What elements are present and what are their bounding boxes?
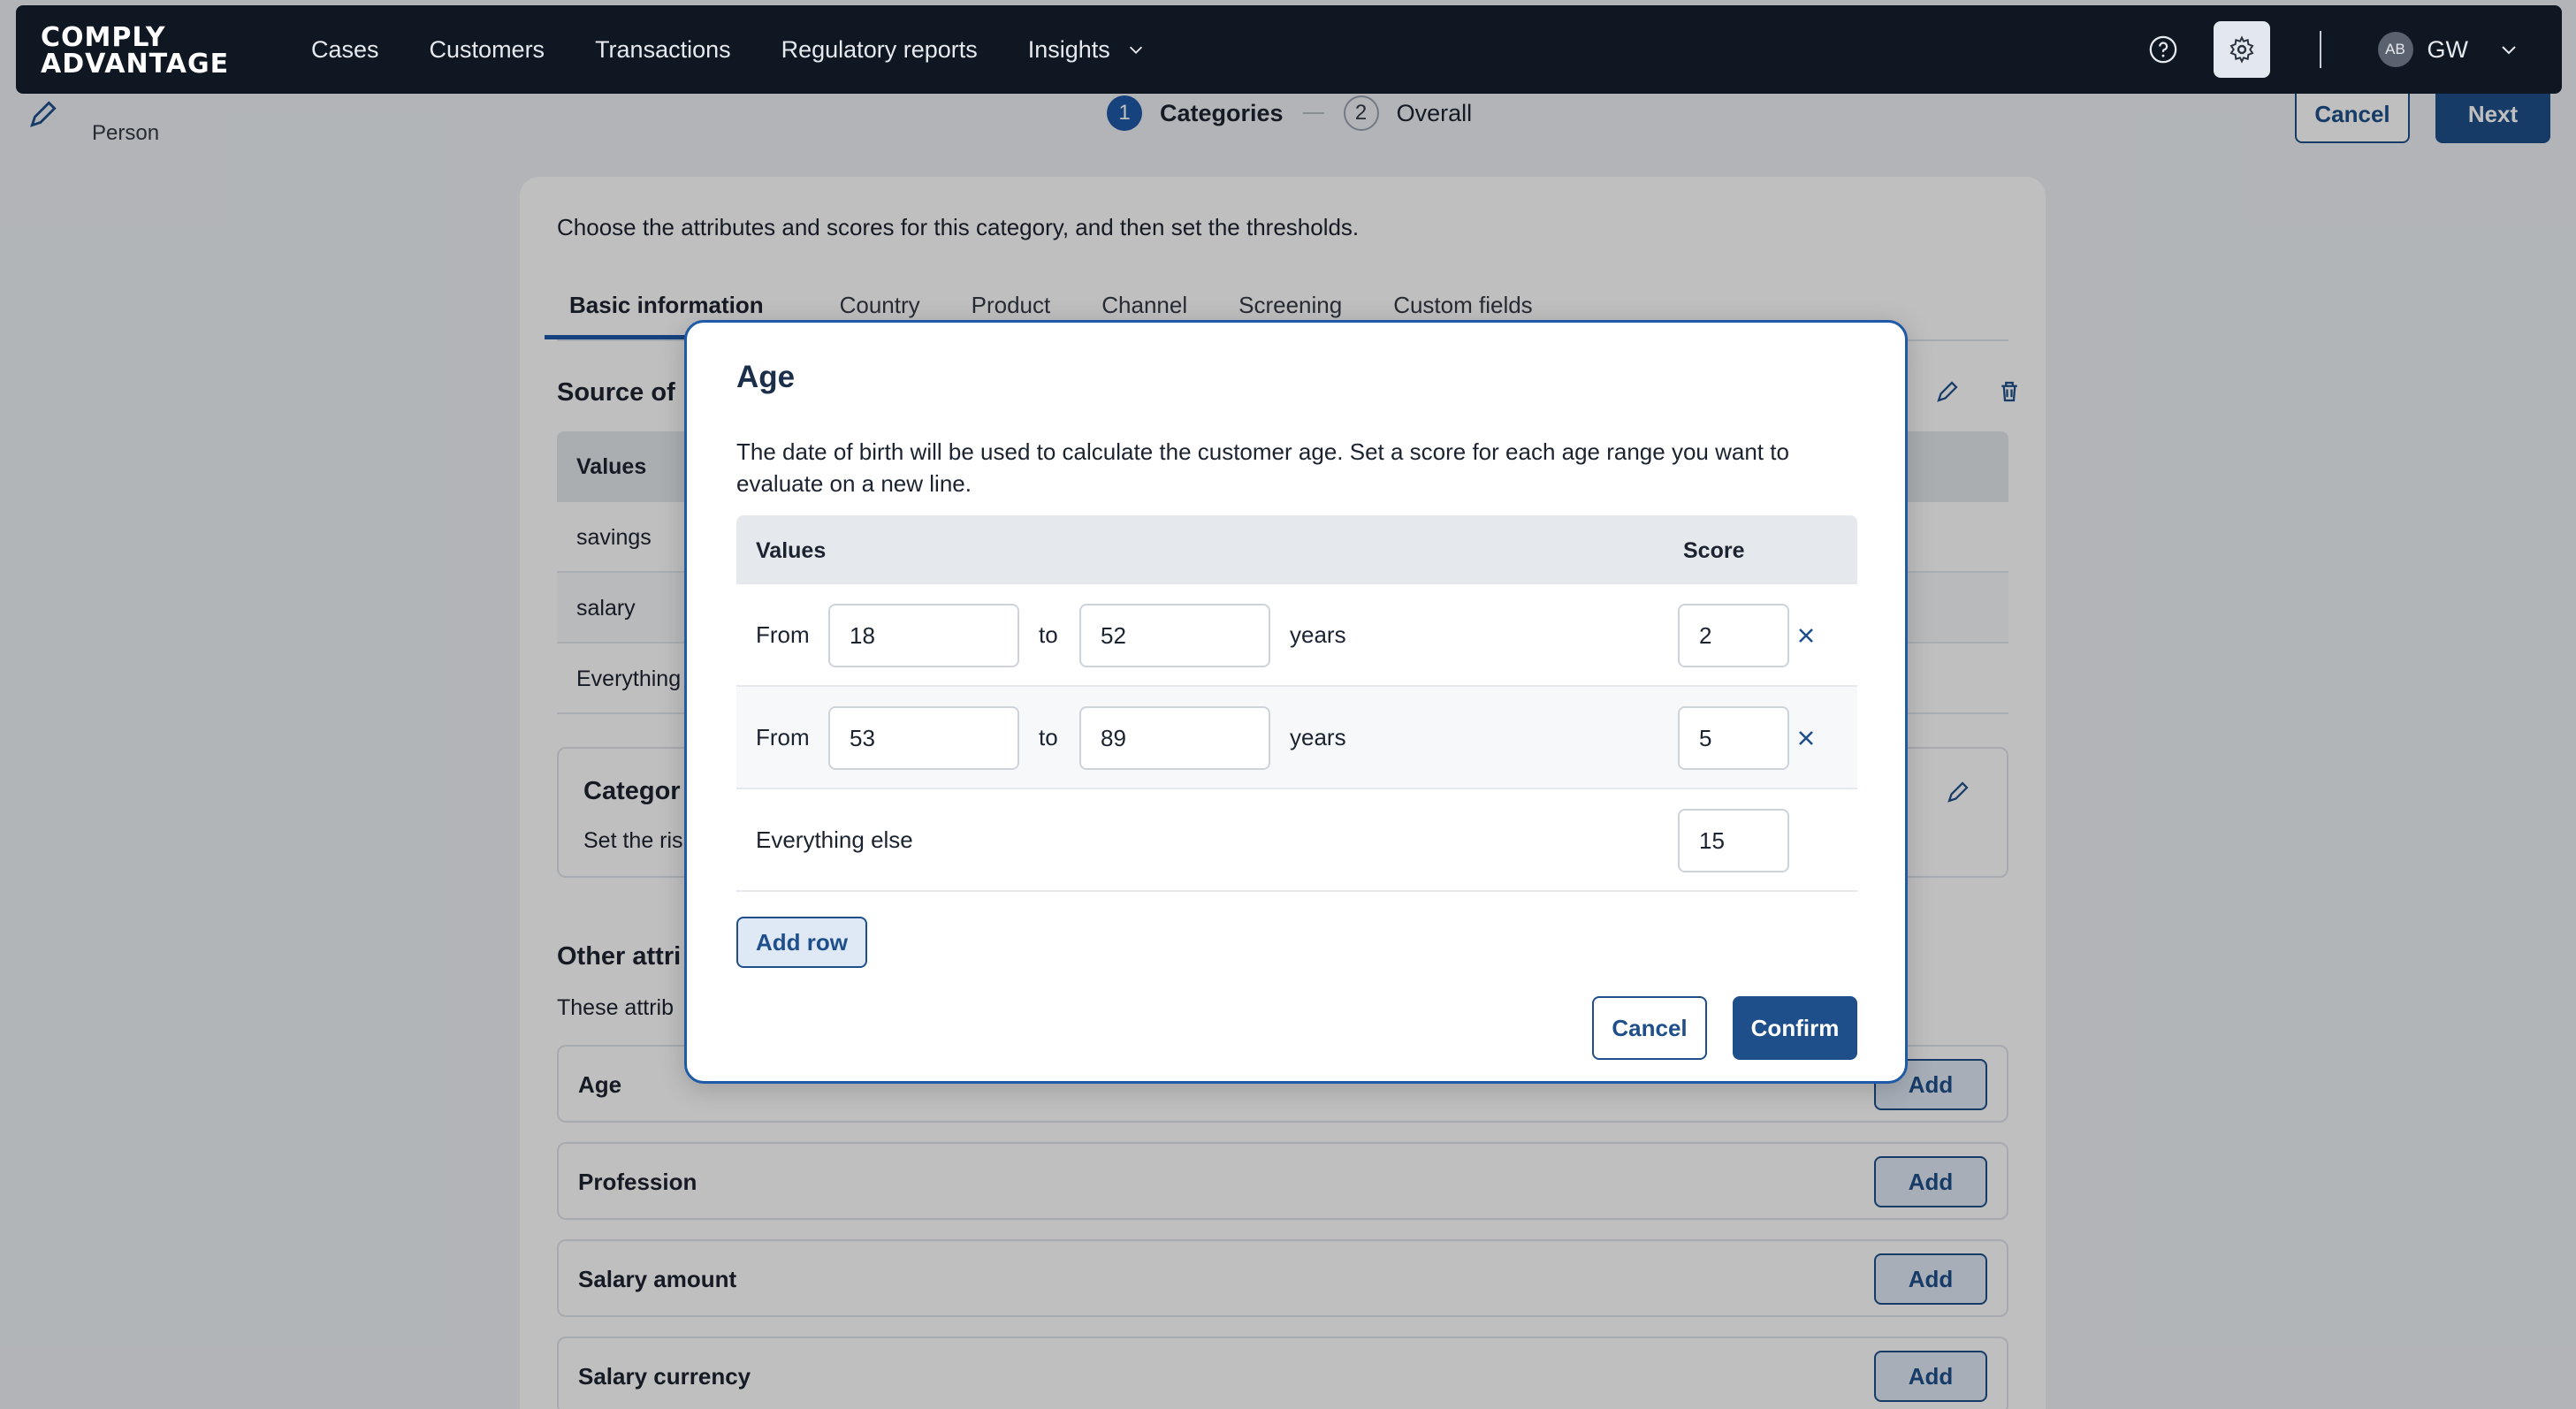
logo-line-1: COMPLY xyxy=(41,22,166,53)
everything-else-label: Everything else xyxy=(756,826,913,853)
add-row-button[interactable]: Add row xyxy=(736,917,867,968)
confirm-button[interactable]: Confirm xyxy=(1733,996,1857,1060)
nav-link-insights-label: Insights xyxy=(1027,35,1110,63)
help-icon[interactable] xyxy=(2148,34,2178,65)
score-column-header: Score xyxy=(1683,538,1745,563)
table-row: From 53 to 89 years 5 xyxy=(736,687,1857,789)
close-icon[interactable] xyxy=(1794,726,1818,750)
avatar[interactable]: AB xyxy=(2377,32,2413,67)
score-input[interactable]: 5 xyxy=(1678,706,1789,770)
to-input[interactable]: 89 xyxy=(1079,706,1270,770)
nav-link-customers[interactable]: Customers xyxy=(430,36,545,64)
nav-links: Cases Customers Transactions Regulatory … xyxy=(311,5,1196,94)
to-label: to xyxy=(1039,621,1058,648)
cancel-button[interactable]: Cancel xyxy=(1592,996,1707,1060)
nav-link-regulatory-reports[interactable]: Regulatory reports xyxy=(781,36,978,64)
from-input[interactable]: 53 xyxy=(828,706,1019,770)
to-input[interactable]: 52 xyxy=(1079,604,1270,667)
from-label: From xyxy=(756,724,810,750)
comply-advantage-logo[interactable]: COMPLY ADVANTAGE xyxy=(41,25,229,78)
to-label: to xyxy=(1039,724,1058,750)
top-navigation-bar: COMPLY ADVANTAGE Cases Customers Transac… xyxy=(16,5,2562,94)
table-header: Values Score xyxy=(736,515,1857,584)
age-modal: Age The date of birth will be used to ca… xyxy=(684,320,1908,1084)
chevron-down-icon[interactable] xyxy=(2498,39,2519,60)
nav-link-cases[interactable]: Cases xyxy=(311,36,379,64)
close-icon[interactable] xyxy=(1794,623,1818,648)
settings-button[interactable] xyxy=(2213,21,2270,78)
logo-line-2: ADVANTAGE xyxy=(41,49,230,80)
nav-link-transactions[interactable]: Transactions xyxy=(595,36,731,64)
nav-right-controls: AB GW xyxy=(2148,5,2563,94)
chevron-down-icon xyxy=(1129,46,1142,54)
table-row: From 18 to 52 years 2 xyxy=(736,584,1857,687)
from-label: From xyxy=(756,621,810,648)
score-input[interactable]: 15 xyxy=(1678,809,1789,872)
unit-label: years xyxy=(1290,621,1346,648)
modal-description: The date of birth will be used to calcul… xyxy=(736,438,1789,497)
gear-icon xyxy=(2229,35,2253,64)
table-row-everything-else: Everything else 15 xyxy=(736,789,1857,892)
from-input[interactable]: 18 xyxy=(828,604,1019,667)
values-column-header: Values xyxy=(756,538,827,563)
score-input[interactable]: 2 xyxy=(1678,604,1789,667)
user-initials[interactable]: GW xyxy=(2427,36,2469,64)
unit-label: years xyxy=(1290,724,1346,750)
nav-link-insights[interactable]: Insights xyxy=(1028,36,1146,64)
nav-divider xyxy=(2319,31,2321,68)
modal-title: Age xyxy=(736,360,796,394)
age-ranges-table: Values Score From 18 to 52 years 2 From … xyxy=(736,515,1857,892)
